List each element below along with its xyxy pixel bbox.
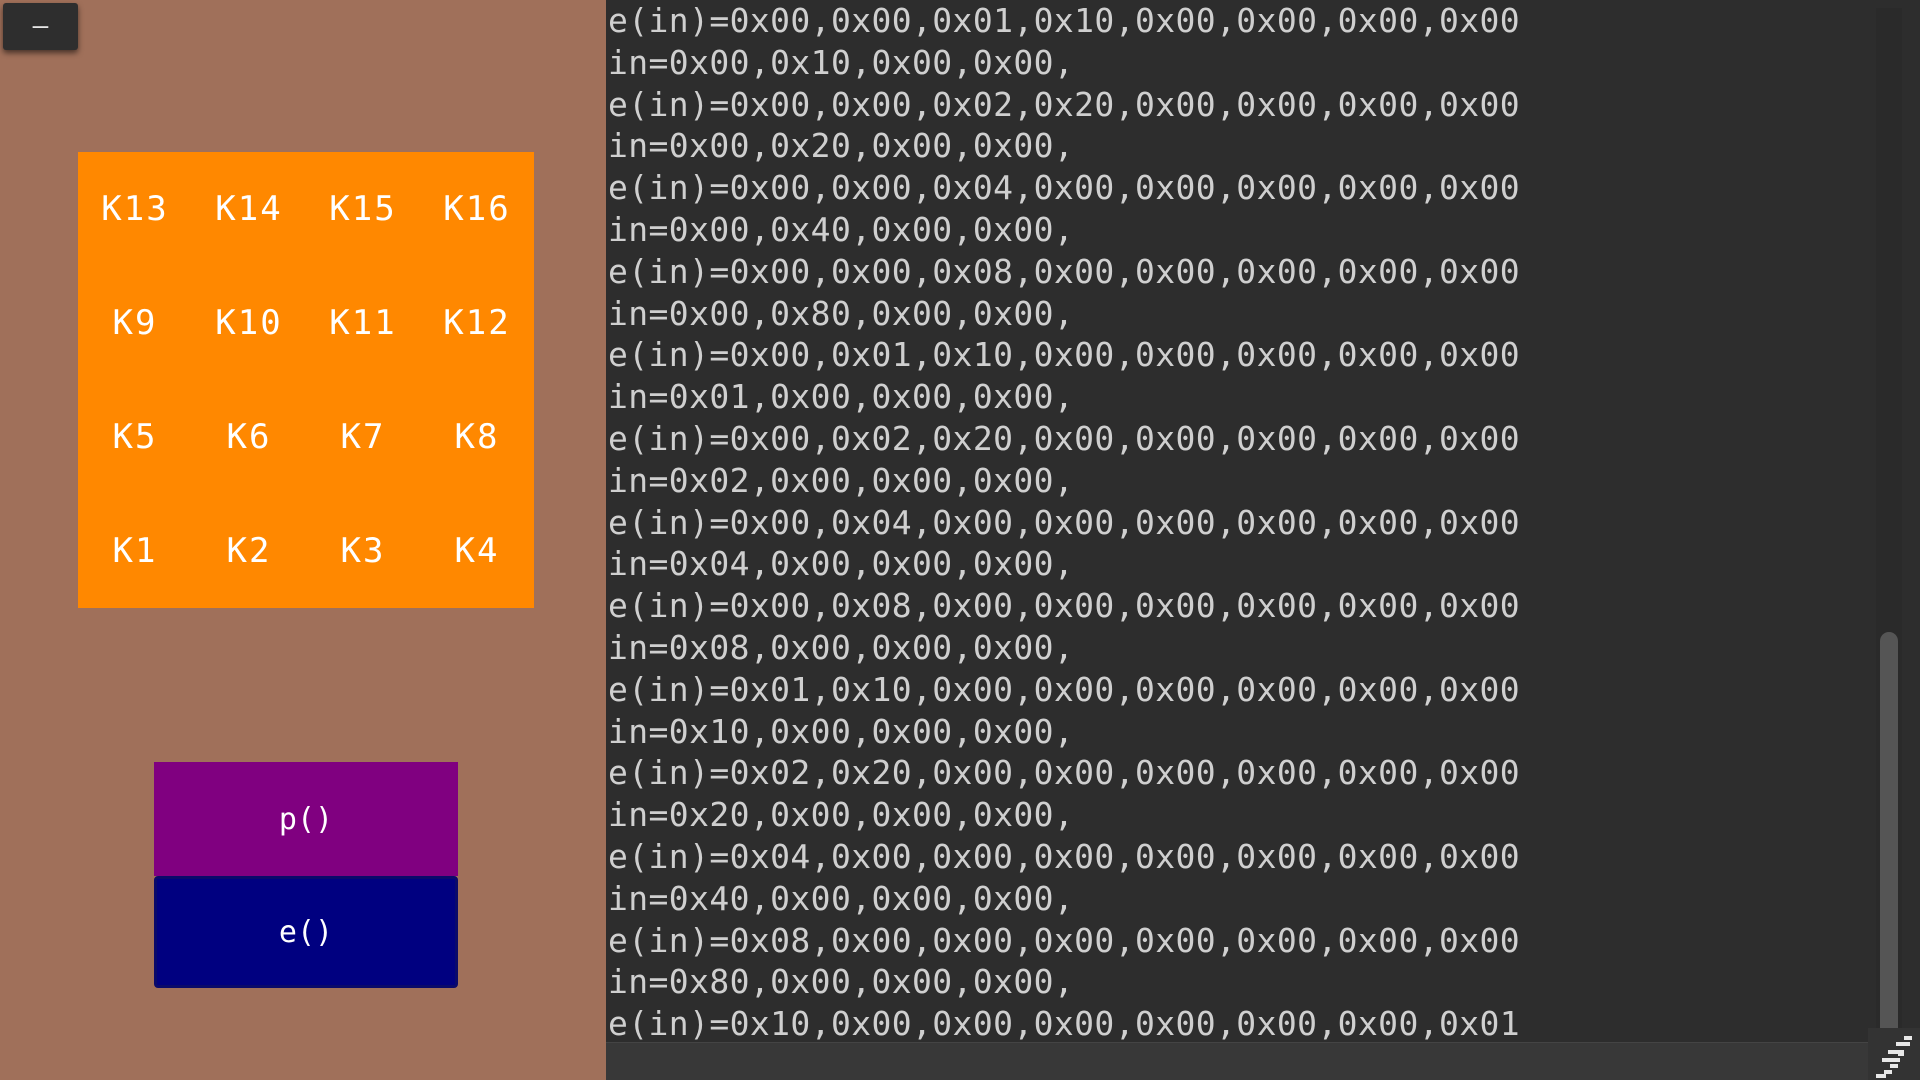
scrollbar-thumb[interactable] <box>1880 632 1898 1038</box>
console-line: e(in)=0x00,0x00,0x01,0x10,0x00,0x00,0x00… <box>608 1 1521 40</box>
console-line: in=0x80,0x00,0x00,0x00, <box>608 962 1075 1002</box>
app-window: – K13 K14 K15 K16 K9 K10 K11 K12 K5 K6 K… <box>0 0 1920 1080</box>
console-output: e(in)=0x00,0x00,0x01,0x10,0x00,0x00,0x00… <box>608 0 1872 1040</box>
console-line: e(in)=0x08,0x00,0x00,0x00,0x00,0x00,0x00… <box>608 920 1521 960</box>
key-k9[interactable]: K9 <box>78 266 192 380</box>
p-button[interactable]: p() <box>154 762 458 876</box>
key-k4[interactable]: K4 <box>420 494 534 608</box>
console-line: e(in)=0x04,0x00,0x00,0x00,0x00,0x00,0x00… <box>608 836 1521 876</box>
console-line: e(in)=0x02,0x20,0x00,0x00,0x00,0x00,0x00… <box>608 753 1521 793</box>
console-line: e(in)=0x00,0x01,0x10,0x00,0x00,0x00,0x00… <box>608 335 1521 375</box>
minimize-button[interactable]: – <box>3 3 78 50</box>
console-line: e(in)=0x01,0x10,0x00,0x00,0x00,0x00,0x00… <box>608 669 1521 709</box>
key-k7[interactable]: K7 <box>306 380 420 494</box>
console-line: in=0x08,0x00,0x00,0x00, <box>608 627 1075 667</box>
control-panel: – K13 K14 K15 K16 K9 K10 K11 K12 K5 K6 K… <box>0 0 606 1080</box>
key-k1[interactable]: K1 <box>78 494 192 608</box>
console-line: in=0x00,0x40,0x00,0x00, <box>608 209 1075 249</box>
resize-grip-icon[interactable] <box>1868 1028 1920 1080</box>
console-line: e(in)=0x00,0x02,0x20,0x00,0x00,0x00,0x00… <box>608 418 1521 458</box>
console-line: e(in)=0x00,0x00,0x08,0x00,0x00,0x00,0x00… <box>608 251 1521 291</box>
console-line: in=0x01,0x00,0x00,0x00, <box>608 377 1075 417</box>
console-line: in=0x00,0x80,0x00,0x00, <box>608 293 1075 333</box>
console-line: e(in)=0x00,0x08,0x00,0x00,0x00,0x00,0x00… <box>608 586 1521 626</box>
console-line: in=0x04,0x00,0x00,0x00, <box>608 544 1075 584</box>
key-k14[interactable]: K14 <box>192 152 306 266</box>
keypad: K13 K14 K15 K16 K9 K10 K11 K12 K5 K6 K7 … <box>78 152 534 608</box>
key-k13[interactable]: K13 <box>78 152 192 266</box>
key-k15[interactable]: K15 <box>306 152 420 266</box>
console-line: in=0x00,0x20,0x00,0x00, <box>608 126 1075 166</box>
key-k12[interactable]: K12 <box>420 266 534 380</box>
key-k6[interactable]: K6 <box>192 380 306 494</box>
console-panel: e(in)=0x00,0x00,0x01,0x10,0x00,0x00,0x00… <box>606 0 1920 1080</box>
console-line: e(in)=0x10,0x00,0x00,0x00,0x00,0x00,0x00… <box>608 1004 1521 1040</box>
key-k8[interactable]: K8 <box>420 380 534 494</box>
console-input[interactable] <box>606 1042 1870 1080</box>
console-line: in=0x00,0x10,0x00,0x00, <box>608 42 1075 82</box>
console-line: in=0x20,0x00,0x00,0x00, <box>608 795 1075 835</box>
key-k2[interactable]: K2 <box>192 494 306 608</box>
console-line: in=0x02,0x00,0x00,0x00, <box>608 460 1075 500</box>
console-line: e(in)=0x00,0x00,0x04,0x00,0x00,0x00,0x00… <box>608 168 1521 208</box>
console-line: in=0x10,0x00,0x00,0x00, <box>608 711 1075 751</box>
e-button[interactable]: e() <box>154 876 458 988</box>
key-k10[interactable]: K10 <box>192 266 306 380</box>
key-k5[interactable]: K5 <box>78 380 192 494</box>
key-k3[interactable]: K3 <box>306 494 420 608</box>
console-line: e(in)=0x00,0x04,0x00,0x00,0x00,0x00,0x00… <box>608 502 1521 542</box>
console-scrollbar[interactable] <box>1876 8 1902 1038</box>
key-k16[interactable]: K16 <box>420 152 534 266</box>
console-line: in=0x40,0x00,0x00,0x00, <box>608 878 1075 918</box>
console-line: e(in)=0x00,0x00,0x02,0x20,0x00,0x00,0x00… <box>608 84 1521 124</box>
key-k11[interactable]: K11 <box>306 266 420 380</box>
